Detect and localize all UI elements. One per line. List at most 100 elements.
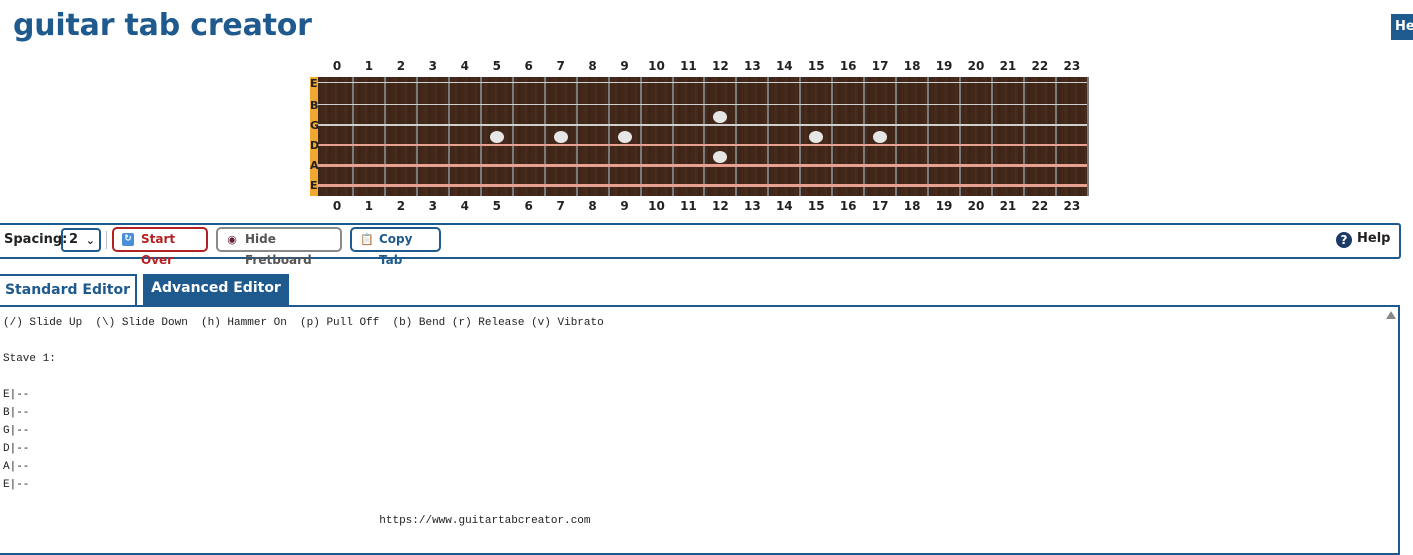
fret-number: 11: [680, 59, 697, 73]
fret-number: 3: [428, 59, 438, 73]
start-over-button[interactable]: ↻ Start Over: [112, 227, 208, 267]
fret-number: 6: [524, 59, 533, 73]
fret-number: 10: [648, 199, 665, 213]
toolbar-divider: [106, 231, 107, 249]
fret-number: 21: [999, 59, 1017, 73]
fret-number: 15: [807, 199, 825, 213]
fret-wire: [383, 77, 386, 196]
corner-help-button[interactable]: Help: [1391, 14, 1413, 40]
fret-wire: [703, 77, 706, 196]
fret-wire: [799, 77, 802, 196]
guitar-string: [318, 164, 1087, 167]
string-label: G: [310, 119, 320, 132]
start-over-label: Start Over: [141, 232, 176, 267]
fret-number: 9: [620, 59, 629, 73]
fret-number: 19: [935, 59, 953, 73]
fret-wire: [735, 77, 738, 196]
fret-number: 21: [999, 199, 1017, 213]
fret-number: 0: [332, 199, 342, 213]
fret-marker-dot: [553, 131, 568, 143]
fret-wire: [352, 77, 354, 196]
tab-standard-editor[interactable]: Standard Editor: [0, 274, 137, 305]
fret-wire: [543, 77, 546, 196]
fret-wire: [831, 77, 834, 196]
fret-wire: [575, 77, 578, 196]
fret-wire: [1022, 77, 1025, 196]
fret-number: 6: [524, 199, 533, 213]
hide-fretboard-label: Hide Fretboard: [245, 232, 312, 267]
scroll-up-icon[interactable]: [1386, 311, 1396, 319]
editor-legend: (/) Slide Up (\) Slide Down (h) Hammer O…: [3, 317, 604, 329]
fret-number: 3: [428, 199, 438, 213]
fret-number: 23: [1063, 199, 1081, 213]
fret-number: 8: [588, 59, 597, 73]
fret-number: 1: [364, 59, 374, 73]
string-label: E: [310, 179, 318, 192]
tab-line: B|--: [3, 407, 30, 419]
fret-number: 4: [460, 199, 469, 213]
fret-number: 23: [1063, 59, 1081, 73]
fret-number: 7: [556, 199, 565, 213]
fret-number: 13: [743, 199, 761, 213]
tab-line: E|--: [3, 389, 30, 401]
fret-number: 15: [807, 59, 825, 73]
fret-number: 2: [396, 59, 406, 73]
fret-number: 20: [967, 59, 985, 73]
fret-number: 5: [492, 199, 501, 213]
fret-number: 8: [588, 199, 597, 213]
fret-number: 9: [620, 199, 629, 213]
fret-wire: [479, 77, 482, 196]
hide-fretboard-button[interactable]: ◉ Hide Fretboard: [216, 227, 342, 267]
fret-number: 12: [712, 59, 729, 73]
fret-number: 12: [712, 199, 729, 213]
tab-line: D|--: [3, 443, 30, 455]
fret-marker-dot: [617, 131, 632, 143]
fret-numbers-top: 0 1 2 3 4 5 6 7 8 9 10 11 12 13 14 15 16 17 18 19 20 21 22 23: [0, 59, 1413, 75]
tab-line: E|--: [3, 479, 30, 491]
spacing-value: 2: [69, 232, 79, 247]
fret-number: 14: [775, 59, 793, 73]
refresh-icon: ↻: [122, 233, 134, 246]
fret-number: 11: [680, 199, 697, 213]
fret-number: 19: [935, 199, 953, 213]
fret-number: 17: [871, 59, 889, 73]
help-label: Help: [1357, 231, 1391, 246]
fret-number: 20: [967, 199, 985, 213]
fret-number: 14: [775, 199, 793, 213]
fret-wire: [639, 77, 642, 196]
fret-number: 18: [903, 59, 921, 73]
string-label: E: [310, 77, 318, 90]
app-title: guitar tab creator: [13, 8, 312, 43]
fret-number: 22: [1031, 59, 1049, 73]
spacing-select[interactable]: 2 ⌄: [61, 228, 101, 252]
fret-wire: [927, 77, 930, 196]
string-label: D: [310, 139, 320, 152]
guitar-string: [318, 82, 1087, 83]
spacing-label: Spacing:: [4, 232, 68, 247]
fret-wire: [511, 77, 514, 196]
editor-url: https://www.guitartabcreator.com: [379, 515, 591, 527]
fret-number: 16: [839, 59, 857, 73]
fret-wire: [447, 77, 450, 196]
fret-number: 7: [556, 59, 565, 73]
fret-numbers-bottom: 0 1 2 3 4 5 6 7 8 9 10 11 12 13 14 15 16 17 18 19 20 21 22 23: [0, 199, 1413, 215]
copy-tab-button[interactable]: 📋 Copy Tab: [350, 227, 441, 267]
help-link[interactable]: ? Help: [1336, 231, 1390, 248]
tab-editor-textarea[interactable]: (/) Slide Up (\) Slide Down (h) Hammer O…: [0, 305, 1400, 555]
fret-wire: [767, 77, 770, 196]
tab-line: G|--: [3, 425, 30, 437]
editor-content: (/) Slide Up (\) Slide Down (h) Hammer O…: [3, 314, 604, 530]
fret-number: 18: [903, 199, 921, 213]
fret-number: 2: [396, 199, 406, 213]
guitar-string: [318, 184, 1087, 187]
question-icon: ?: [1336, 232, 1352, 248]
tab-advanced-editor[interactable]: Advanced Editor: [143, 274, 289, 305]
fretboard[interactable]: [313, 77, 1087, 196]
toolbar: [0, 223, 1401, 259]
tab-line: A|--: [3, 461, 30, 473]
fret-wire: [415, 77, 418, 196]
fret-number: 13: [743, 59, 761, 73]
fret-number: 17: [871, 199, 889, 213]
fret-number: 1: [364, 199, 374, 213]
fret-number: 0: [332, 59, 342, 73]
